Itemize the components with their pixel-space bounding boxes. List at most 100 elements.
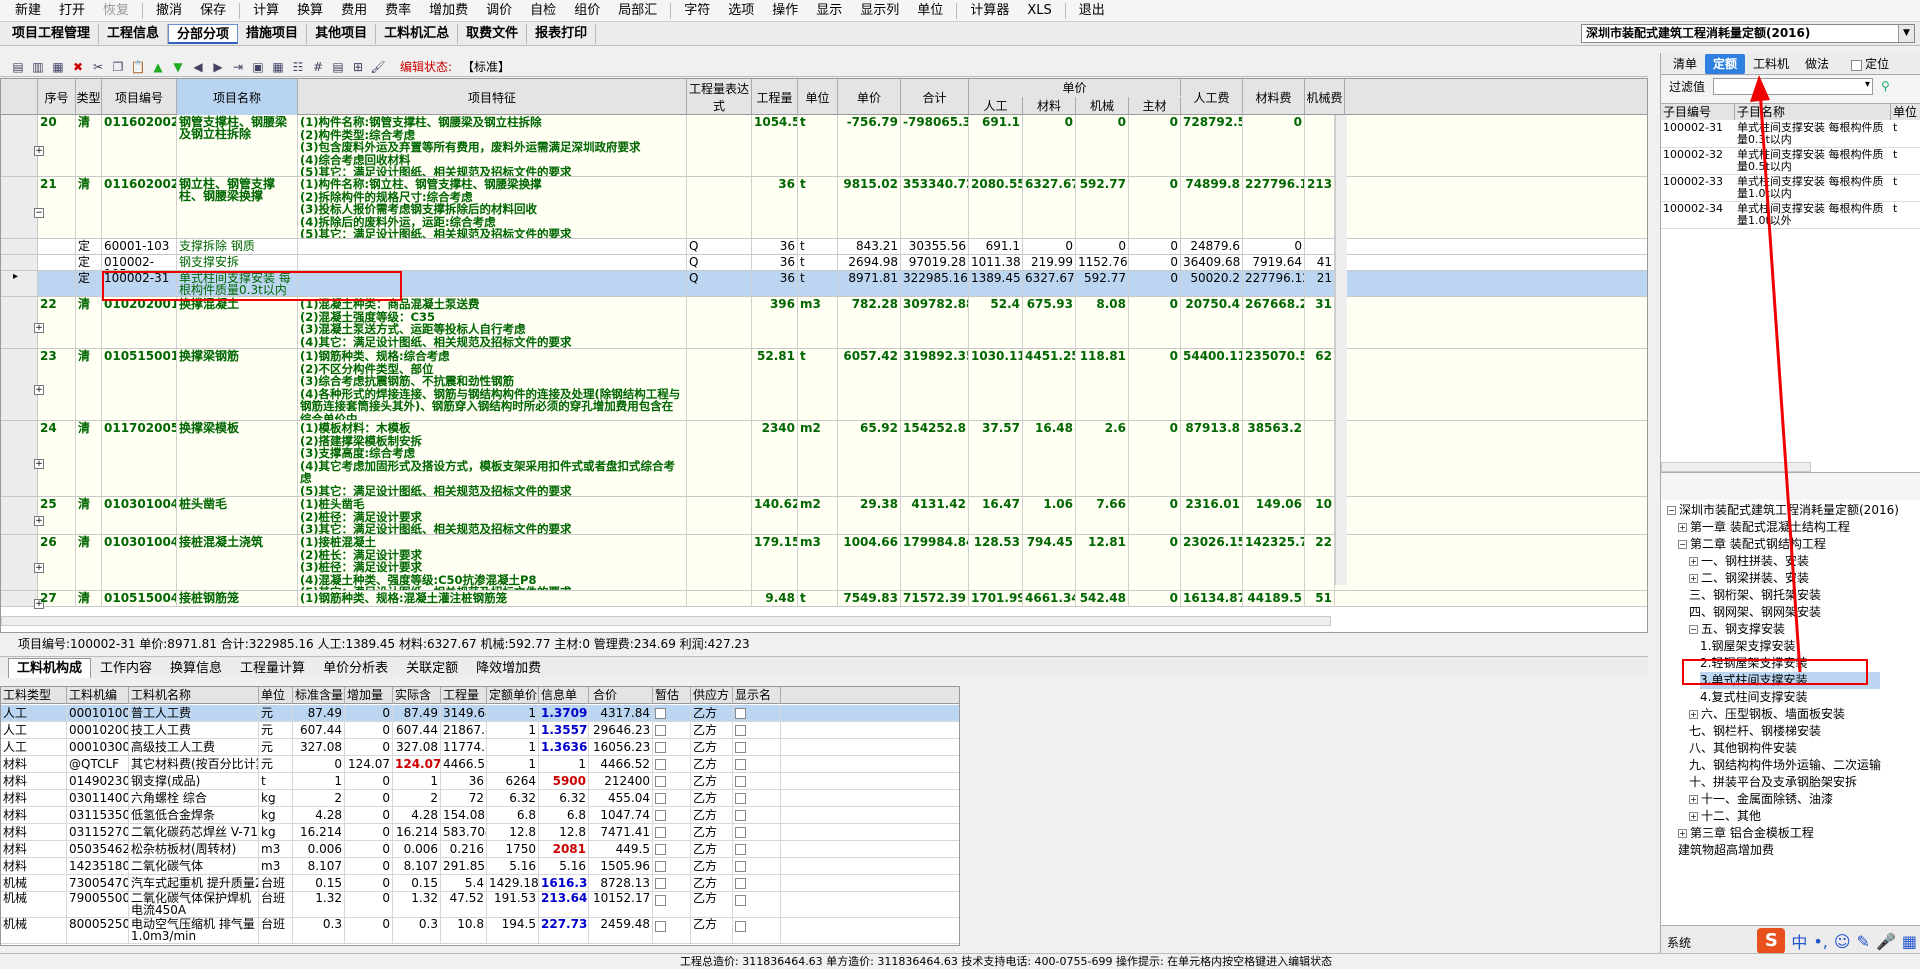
- checkbox[interactable]: [735, 776, 746, 787]
- resource-cell-8[interactable]: 6.8: [487, 807, 539, 823]
- cell-unit[interactable]: m3: [798, 297, 838, 348]
- checkbox[interactable]: [655, 895, 666, 906]
- cell-seq[interactable]: [38, 271, 76, 296]
- tree-node[interactable]: + 第一章 装配式混凝土结构工程: [1678, 519, 1850, 536]
- cell-price[interactable]: 65.92: [838, 421, 901, 496]
- cell-seq[interactable]: 27: [38, 591, 76, 606]
- resource-cell-13[interactable]: [733, 722, 781, 738]
- resource-cell-3[interactable]: kg: [259, 824, 293, 840]
- cell-material[interactable]: 0: [1023, 239, 1076, 254]
- row-gutter[interactable]: [1, 349, 38, 420]
- tab-resources[interactable]: 工料机: [1745, 54, 1797, 74]
- cell-name[interactable]: 钢支撑安拆: [177, 255, 298, 270]
- delete-icon[interactable]: ✖: [69, 59, 87, 75]
- checkbox[interactable]: [735, 708, 746, 719]
- resource-cell-0[interactable]: 材料: [1, 790, 67, 806]
- cell-total[interactable]: 154252.8: [901, 421, 969, 496]
- cell-material-fee[interactable]: 44189.5: [1243, 591, 1305, 606]
- resource-cell-10[interactable]: 212400: [591, 773, 653, 789]
- resource-cell-2[interactable]: 二氧化碳药芯焊丝 V-71: [129, 824, 259, 840]
- cell-expr[interactable]: [687, 115, 752, 176]
- cell-main[interactable]: 0: [1129, 421, 1181, 496]
- cell-total[interactable]: 4131.42: [901, 497, 969, 534]
- resource-cell-9[interactable]: 12.8: [539, 824, 589, 840]
- table-row[interactable]: +23清010515001001换撑梁钢筋(1)钢筋种类、规格:综合考虑 (2)…: [1, 349, 1647, 421]
- cell-material[interactable]: 1.06: [1023, 497, 1076, 534]
- toolbar-calculator-button[interactable]: 计算器: [961, 1, 1018, 21]
- filter-icon[interactable]: ⊞: [349, 59, 367, 75]
- tab-project-info[interactable]: 工程信息: [99, 23, 169, 44]
- resource-header-3[interactable]: 单位: [259, 687, 293, 704]
- cell-name[interactable]: 换撑梁模板: [177, 421, 298, 496]
- cell-unit[interactable]: t: [798, 115, 838, 176]
- resource-cell-13[interactable]: [733, 892, 781, 917]
- row-gutter[interactable]: [1, 239, 38, 254]
- resource-header-4[interactable]: 标准含量: [293, 687, 345, 704]
- cell-labor[interactable]: 37.57: [969, 421, 1023, 496]
- row-gutter[interactable]: [1, 535, 38, 590]
- header-material-fee[interactable]: 材料费: [1243, 79, 1305, 115]
- cell-material-fee[interactable]: 0: [1243, 239, 1305, 254]
- cell-material[interactable]: 0: [1023, 115, 1076, 176]
- cell-material[interactable]: 4451.25: [1023, 349, 1076, 420]
- resource-header-11[interactable]: 暂估价: [653, 687, 691, 719]
- resource-cell-1[interactable]: 73005470: [67, 875, 129, 891]
- resource-cell-10[interactable]: 10152.17: [591, 892, 653, 917]
- resource-cell-13[interactable]: [733, 807, 781, 823]
- cell-labor-fee[interactable]: 74899.8: [1181, 177, 1243, 238]
- cut-icon[interactable]: ✂: [89, 59, 107, 75]
- resource-cell-8[interactable]: 6.32: [487, 790, 539, 806]
- cell-material[interactable]: 4661.34: [1023, 591, 1076, 606]
- cell-type[interactable]: 清: [76, 297, 102, 348]
- resource-cell-3[interactable]: 台班: [259, 875, 293, 891]
- cell-machine-fee[interactable]: [1305, 421, 1335, 496]
- cell-name[interactable]: 接桩钢筋笼: [177, 591, 298, 606]
- sogou-icon[interactable]: S: [1757, 928, 1786, 954]
- header-material[interactable]: 材料: [1023, 97, 1076, 114]
- resource-cell-0[interactable]: 材料: [1, 824, 67, 840]
- cell-material[interactable]: 219.99: [1023, 255, 1076, 270]
- tab-fee-file[interactable]: 取费文件: [458, 23, 528, 44]
- cell-qty[interactable]: 9.48: [752, 591, 798, 606]
- resource-cell-10[interactable]: 1505.96: [591, 858, 653, 874]
- resource-row[interactable]: 人工00010200_1技工人工费元607.440607.4421867.841…: [1, 722, 959, 739]
- resource-cell-7[interactable]: 72: [441, 790, 487, 806]
- resource-cell-7[interactable]: 4466.52: [441, 756, 487, 772]
- resource-cell-0[interactable]: 机械: [1, 918, 67, 943]
- resource-cell-2[interactable]: 汽车式起重机 提升质量25t: [129, 875, 259, 891]
- resource-cell-13[interactable]: [733, 841, 781, 857]
- insert-icon[interactable]: ▤: [9, 59, 27, 75]
- cell-labor-fee[interactable]: 50020.2: [1181, 271, 1243, 296]
- cell-labor[interactable]: 52.4: [969, 297, 1023, 348]
- cell-main[interactable]: 0: [1129, 591, 1181, 606]
- resource-cell-4[interactable]: 4.28: [293, 807, 345, 823]
- cell-qty[interactable]: 140.62: [752, 497, 798, 534]
- resource-cell-4[interactable]: 327.08: [293, 739, 345, 755]
- resource-cell-1[interactable]: @QTCLF: [67, 756, 129, 772]
- cell-code[interactable]: 60001-103: [102, 239, 177, 254]
- cell-price[interactable]: 782.28: [838, 297, 901, 348]
- cell-machine-fee[interactable]: [1305, 115, 1335, 176]
- cell-labor[interactable]: 128.53: [969, 535, 1023, 590]
- cell-material-fee[interactable]: 227796.12: [1243, 271, 1305, 296]
- tree-node[interactable]: 三、钢桁架、钢托架安装: [1689, 587, 1821, 604]
- table-row[interactable]: 定 60001-103 支撑拆除 钢质 Q 36 t 843.21 30355.56 691.1…: [1, 239, 1647, 255]
- collapse-icon[interactable]: −: [1678, 540, 1687, 549]
- resource-cell-9[interactable]: 1616.32: [539, 875, 589, 891]
- header-type[interactable]: 类型: [76, 79, 102, 115]
- cell-expr[interactable]: Q: [687, 271, 752, 296]
- resource-cell-7[interactable]: 5.4: [441, 875, 487, 891]
- resource-cell-3[interactable]: kg: [259, 790, 293, 806]
- cell-machine[interactable]: 542.48: [1076, 591, 1129, 606]
- filter-icon[interactable]: ⚲: [1881, 79, 1890, 93]
- cell-feature[interactable]: (1)混凝土种类：商品混凝土泵送费 (2)混凝土强度等级：C35 (3)混凝土泵…: [298, 297, 687, 348]
- resource-cell-10[interactable]: 16056.23: [591, 739, 653, 755]
- emoji-icon[interactable]: ☺: [1834, 932, 1851, 951]
- cell-material-fee[interactable]: 38563.2: [1243, 421, 1305, 496]
- cell-machine-fee[interactable]: 41: [1305, 255, 1335, 270]
- cell-material[interactable]: 794.45: [1023, 535, 1076, 590]
- cell-name[interactable]: 单式柱间支撑安装 每根构件质量0.3t以内: [177, 271, 298, 296]
- resource-cell-3[interactable]: kg: [259, 807, 293, 823]
- header-expr[interactable]: 工程量表达式: [687, 79, 752, 115]
- cell-expr[interactable]: [687, 591, 752, 606]
